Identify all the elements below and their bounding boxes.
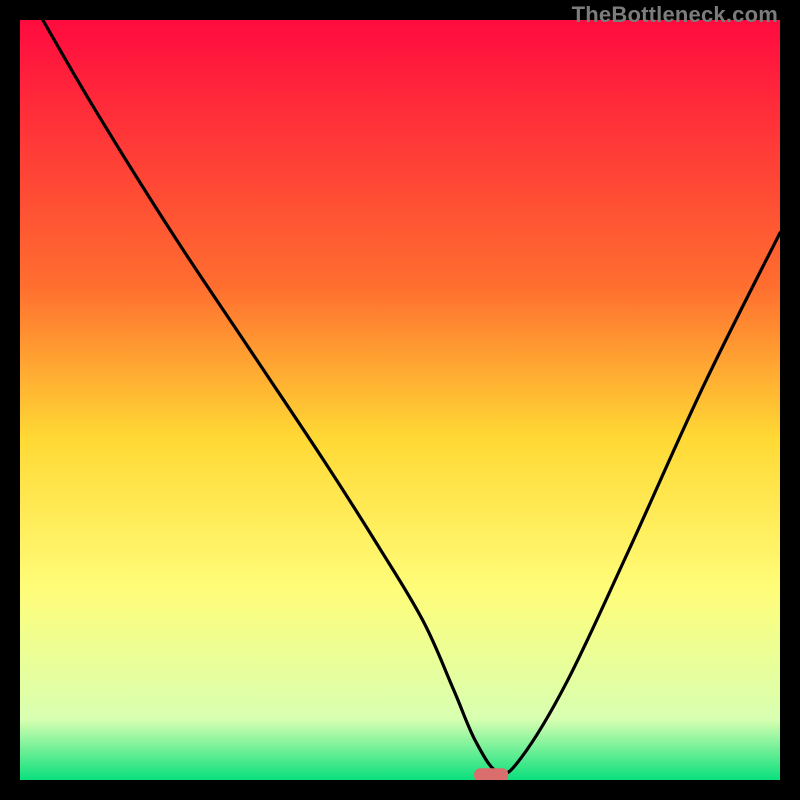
minimum-marker	[474, 768, 508, 780]
watermark-text: TheBottleneck.com	[572, 2, 778, 28]
chart-background	[20, 20, 780, 780]
chart-svg	[20, 20, 780, 780]
chart-frame	[20, 20, 780, 780]
